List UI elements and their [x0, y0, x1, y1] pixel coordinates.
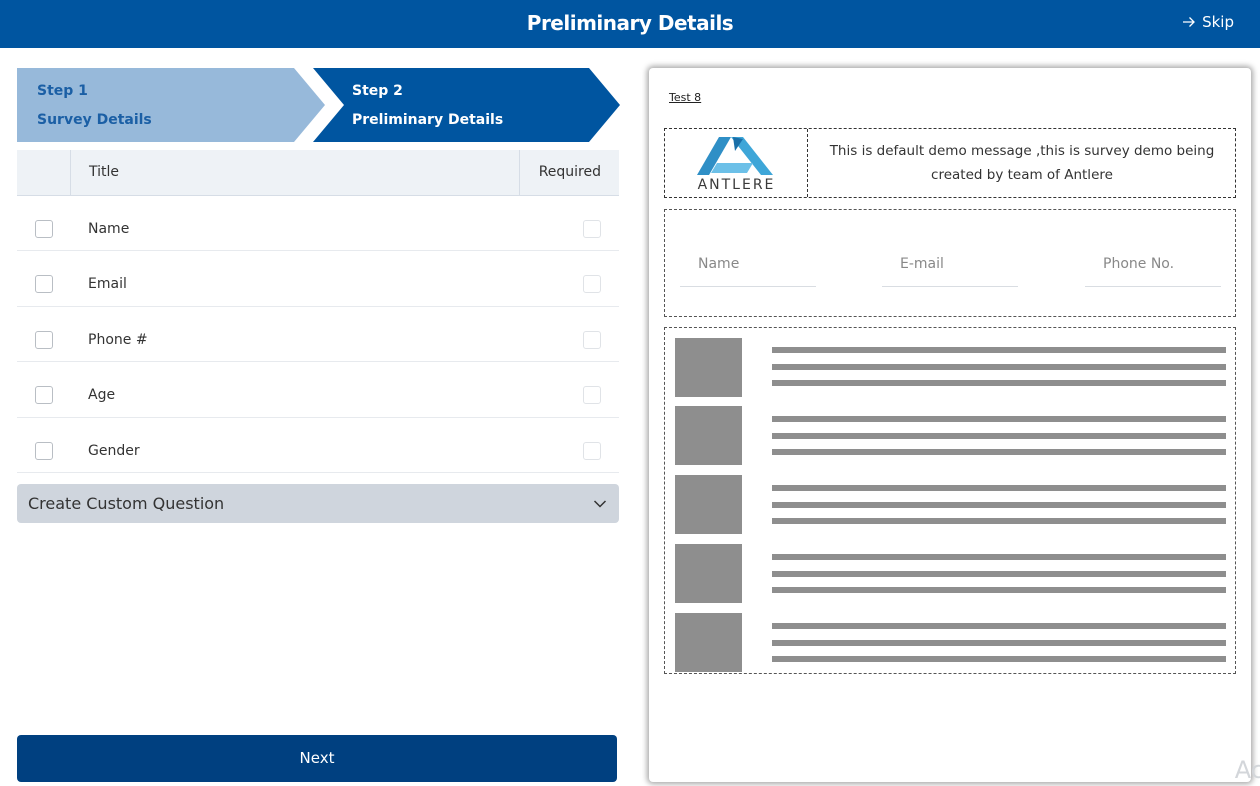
placeholder-line	[772, 571, 1226, 577]
skip-button[interactable]: Skip	[1182, 13, 1234, 31]
placeholder-image	[675, 544, 742, 603]
create-custom-question-dropdown[interactable]: Create Custom Question	[17, 484, 619, 523]
logo-text: ANTLERE	[697, 177, 776, 193]
skip-label: Skip	[1202, 13, 1234, 31]
arrow-right-icon	[1183, 17, 1196, 27]
preliminary-fields-table: Title Required Name Email Phone # Age Ge…	[17, 150, 619, 473]
placeholder-line	[772, 587, 1226, 593]
preview-header: ANTLERE This is default demo message ,th…	[664, 128, 1236, 198]
placeholder-item	[675, 544, 1226, 603]
antlere-logo: ANTLERE	[665, 129, 808, 197]
table-row: Phone #	[17, 307, 619, 363]
step-1[interactable]: Step 1 Survey Details	[37, 77, 152, 135]
column-title: Title	[89, 164, 120, 180]
custom-question-label: Create Custom Question	[28, 494, 225, 513]
required-checkbox[interactable]	[583, 441, 601, 460]
watermark-text: Ac	[1234, 756, 1260, 784]
select-checkbox[interactable]	[35, 275, 53, 294]
placeholder-line	[772, 623, 1226, 629]
placeholder-item	[675, 338, 1226, 397]
field-label: Name	[88, 221, 130, 237]
placeholder-line	[772, 347, 1226, 353]
preview-name-field: Name	[680, 253, 816, 287]
next-button[interactable]: Next	[17, 735, 617, 782]
header-divider	[70, 150, 71, 195]
survey-preview-panel: Test 8 ANTLERE This is default demo mess…	[649, 68, 1251, 782]
select-checkbox[interactable]	[35, 330, 53, 349]
placeholder-line	[772, 656, 1226, 662]
placeholder-line	[772, 502, 1226, 508]
preview-phone-field: Phone No.	[1085, 253, 1221, 287]
placeholder-line	[772, 364, 1226, 370]
stepper: Step 1 Survey Details Step 2 Preliminary…	[17, 68, 621, 142]
placeholder-line	[772, 485, 1226, 491]
required-checkbox[interactable]	[583, 330, 601, 349]
placeholder-item	[675, 406, 1226, 465]
chevron-down-icon	[593, 500, 607, 508]
step-2-number: Step 2	[352, 83, 403, 99]
placeholder-line	[772, 380, 1226, 386]
table-row: Name	[17, 196, 619, 252]
preview-content-placeholder	[664, 327, 1236, 674]
select-checkbox[interactable]	[35, 441, 53, 460]
page-title: Preliminary Details	[526, 11, 734, 35]
field-label: Age	[88, 387, 116, 404]
top-bar: Preliminary Details Skip	[0, 0, 1260, 48]
preview-title-link[interactable]: Test 8	[669, 91, 701, 104]
placeholder-item	[675, 613, 1226, 672]
select-checkbox[interactable]	[35, 386, 53, 405]
table-row: Gender	[17, 418, 619, 473]
placeholder-line	[772, 433, 1226, 439]
placeholder-line	[772, 640, 1226, 646]
placeholder-image	[675, 338, 742, 397]
select-checkbox[interactable]	[35, 220, 53, 238]
required-checkbox[interactable]	[583, 220, 601, 238]
preview-message: This is default demo message ,this is su…	[829, 143, 1215, 183]
table-row: Email	[17, 251, 619, 307]
placeholder-line	[772, 518, 1226, 524]
field-label: Gender	[88, 442, 140, 459]
step-2-name: Preliminary Details	[352, 112, 504, 128]
placeholder-item	[675, 475, 1226, 534]
step-2[interactable]: Step 2 Preliminary Details	[352, 77, 503, 135]
placeholder-line	[772, 416, 1226, 422]
placeholder-line	[772, 554, 1226, 560]
placeholder-line	[772, 449, 1226, 455]
antlere-logo-icon	[697, 137, 773, 175]
table-header: Title Required	[17, 150, 619, 196]
required-checkbox[interactable]	[583, 386, 601, 405]
field-label: Email	[88, 276, 127, 293]
preview-email-field: E-mail	[882, 253, 1018, 287]
placeholder-image	[675, 406, 742, 465]
table-row: Age	[17, 362, 619, 418]
required-checkbox[interactable]	[583, 275, 601, 294]
field-label: Phone #	[88, 331, 148, 348]
column-required: Required	[538, 164, 601, 180]
preview-fields: Name E-mail Phone No.	[664, 209, 1236, 317]
placeholder-image	[675, 475, 742, 534]
header-divider	[519, 150, 520, 195]
placeholder-image	[675, 613, 742, 672]
step-1-number: Step 1	[37, 83, 88, 99]
step-1-name: Survey Details	[37, 112, 152, 128]
